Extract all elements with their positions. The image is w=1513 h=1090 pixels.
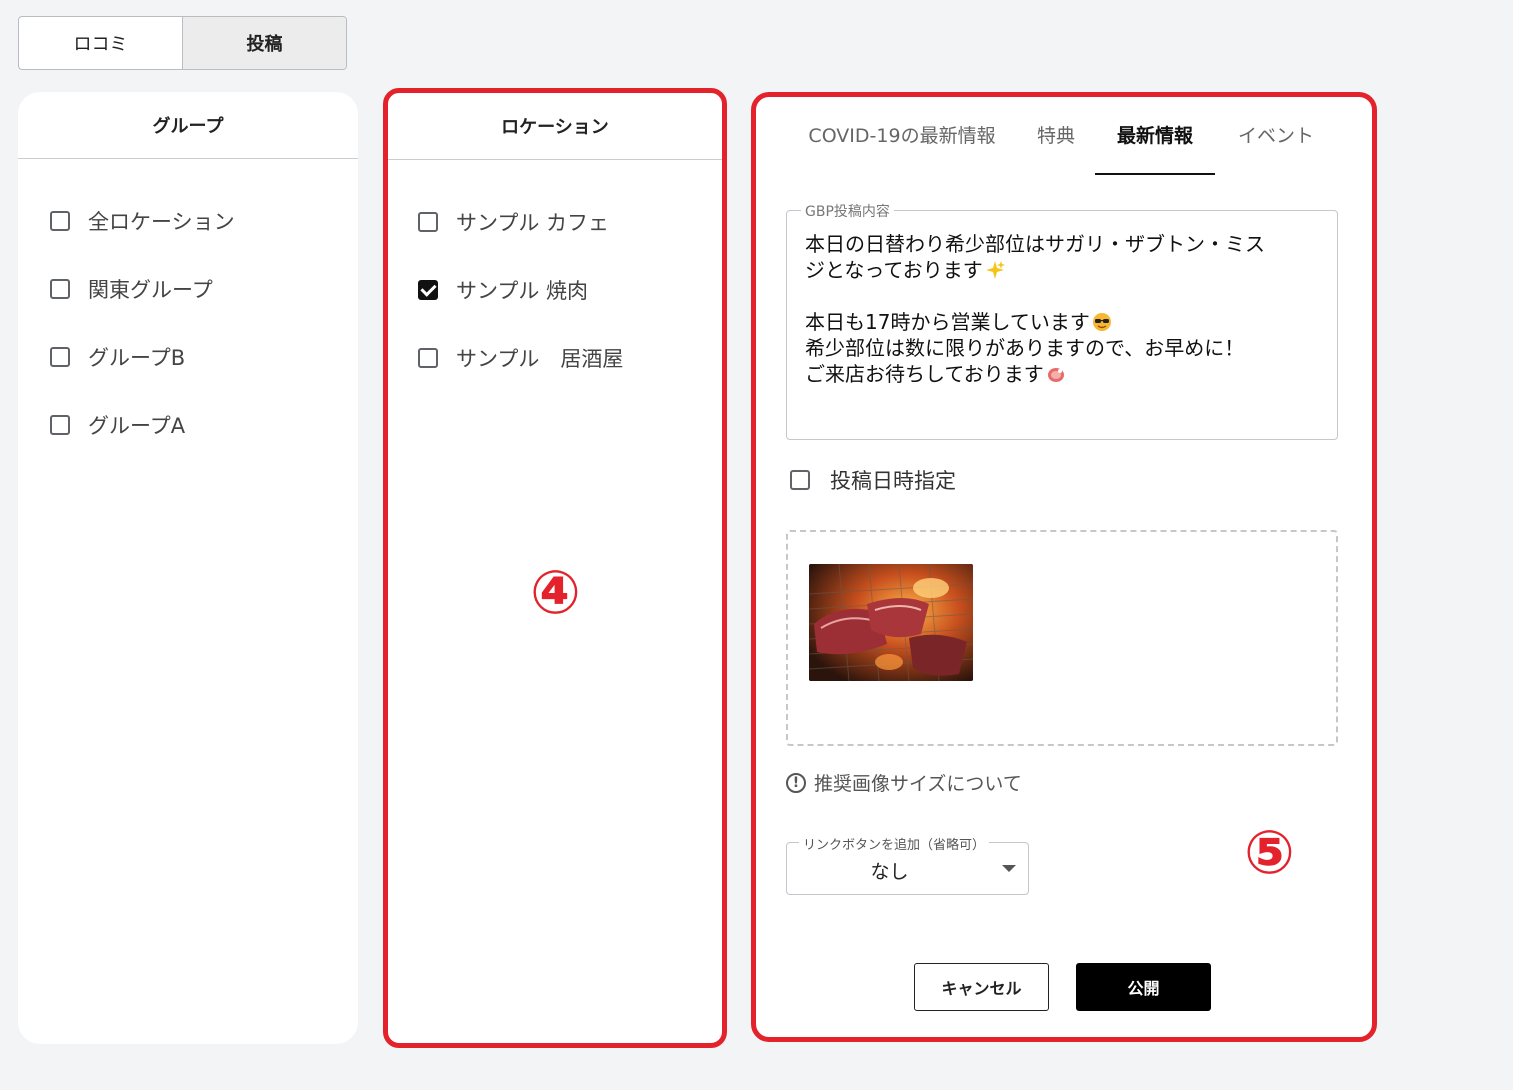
content-line: [805, 283, 1321, 309]
group-list: 全ロケーション 関東グループ グループB グループA: [18, 159, 358, 459]
checkbox-icon[interactable]: [790, 470, 810, 490]
publish-button[interactable]: 公開: [1076, 963, 1211, 1011]
image-size-info-label: 推奨画像サイズについて: [814, 773, 1022, 795]
review-post-toggle: ロコミ 投稿: [18, 16, 347, 70]
link-button-label: リンクボタンを追加（省略可）: [799, 834, 990, 853]
tab-posts[interactable]: 投稿: [182, 17, 346, 69]
tab-covid19[interactable]: COVID-19の最新情報: [807, 121, 997, 175]
schedule-label: 投稿日時指定: [830, 469, 956, 493]
annotation-marker-4: ④: [530, 558, 581, 628]
location-panel-title: ロケーション: [388, 93, 722, 160]
dropdown-arrow-icon: [1002, 865, 1016, 872]
content-line: ご来店お待ちしております: [805, 361, 1321, 387]
checkbox-icon[interactable]: [418, 348, 438, 368]
location-item-label: サンプル カフェ: [456, 211, 610, 235]
checkbox-icon[interactable]: [50, 211, 70, 231]
image-size-info-link[interactable]: ! 推奨画像サイズについて: [786, 769, 1022, 796]
content-line: ジとなっております: [805, 257, 1321, 283]
tab-whats-new[interactable]: 最新情報: [1095, 121, 1215, 175]
post-content-text: 本日の日替わり希少部位はサガリ・ザブトン・ミス ジとなっております 本日も17時から…: [805, 231, 1321, 387]
annotation-marker-5: ⑤: [1244, 818, 1295, 888]
link-button-select[interactable]: リンクボタンを追加（省略可） なし: [786, 834, 1029, 895]
group-item-label: グループB: [88, 346, 186, 370]
checkbox-checked-icon[interactable]: [418, 280, 438, 300]
group-item-group-b[interactable]: グループB: [18, 323, 358, 391]
group-item-group-a[interactable]: グループA: [18, 391, 358, 459]
location-item-izakaya[interactable]: サンプル 居酒屋: [388, 324, 722, 392]
content-line: 希少部位は数に限りがありますので、お早めに！: [805, 336, 1245, 360]
sparkles-icon: [985, 261, 1005, 279]
checkbox-icon[interactable]: [50, 415, 70, 435]
image-dropzone[interactable]: [786, 530, 1338, 746]
content-line: 本日の日替わり希少部位はサガリ・ザブトン・ミス: [805, 232, 1265, 256]
location-item-yakiniku[interactable]: サンプル 焼肉: [388, 256, 722, 324]
tab-offer[interactable]: 特典: [1026, 121, 1086, 175]
sunglasses-face-icon: [1092, 313, 1111, 331]
uploaded-image-thumbnail[interactable]: [809, 564, 973, 681]
checkbox-icon[interactable]: [50, 347, 70, 367]
info-icon: !: [786, 772, 806, 793]
yakiniku-photo: [809, 564, 973, 681]
meat-icon: [1047, 368, 1064, 382]
checkbox-icon[interactable]: [50, 279, 70, 299]
tab-event[interactable]: イベント: [1231, 121, 1321, 175]
post-content-label: GBP投稿内容: [801, 201, 894, 221]
post-content-textarea[interactable]: GBP投稿内容 本日の日替わり希少部位はサガリ・ザブトン・ミス ジとなっております…: [786, 201, 1338, 440]
group-panel: グループ 全ロケーション 関東グループ グループB グループA: [18, 92, 358, 1044]
checkbox-icon[interactable]: [418, 212, 438, 232]
cancel-button[interactable]: キャンセル: [914, 963, 1049, 1011]
group-item-kanto[interactable]: 関東グループ: [18, 255, 358, 323]
link-button-value: なし: [870, 861, 909, 883]
post-type-tabs: COVID-19の最新情報 特典 最新情報 イベント: [756, 97, 1372, 175]
group-item-label: 関東グループ: [88, 278, 213, 302]
group-item-label: 全ロケーション: [88, 210, 235, 234]
location-item-label: サンプル 焼肉: [456, 279, 589, 303]
location-list: サンプル カフェ サンプル 焼肉 サンプル 居酒屋: [388, 160, 722, 392]
location-panel: ロケーション サンプル カフェ サンプル 焼肉 サンプル 居酒屋 ④: [383, 88, 727, 1048]
location-item-label: サンプル 居酒屋: [456, 347, 624, 371]
group-item-all-locations[interactable]: 全ロケーション: [18, 187, 358, 255]
group-item-label: グループA: [88, 414, 186, 438]
tab-reviews[interactable]: ロコミ: [19, 17, 182, 69]
location-item-cafe[interactable]: サンプル カフェ: [388, 188, 722, 256]
post-editor-panel: COVID-19の最新情報 特典 最新情報 イベント GBP投稿内容 本日の日替…: [751, 92, 1377, 1042]
schedule-option[interactable]: 投稿日時指定: [790, 465, 956, 495]
group-panel-title: グループ: [18, 92, 358, 159]
active-tab-indicator: [1095, 173, 1215, 175]
content-line: 本日も17時から営業しています: [805, 309, 1321, 335]
